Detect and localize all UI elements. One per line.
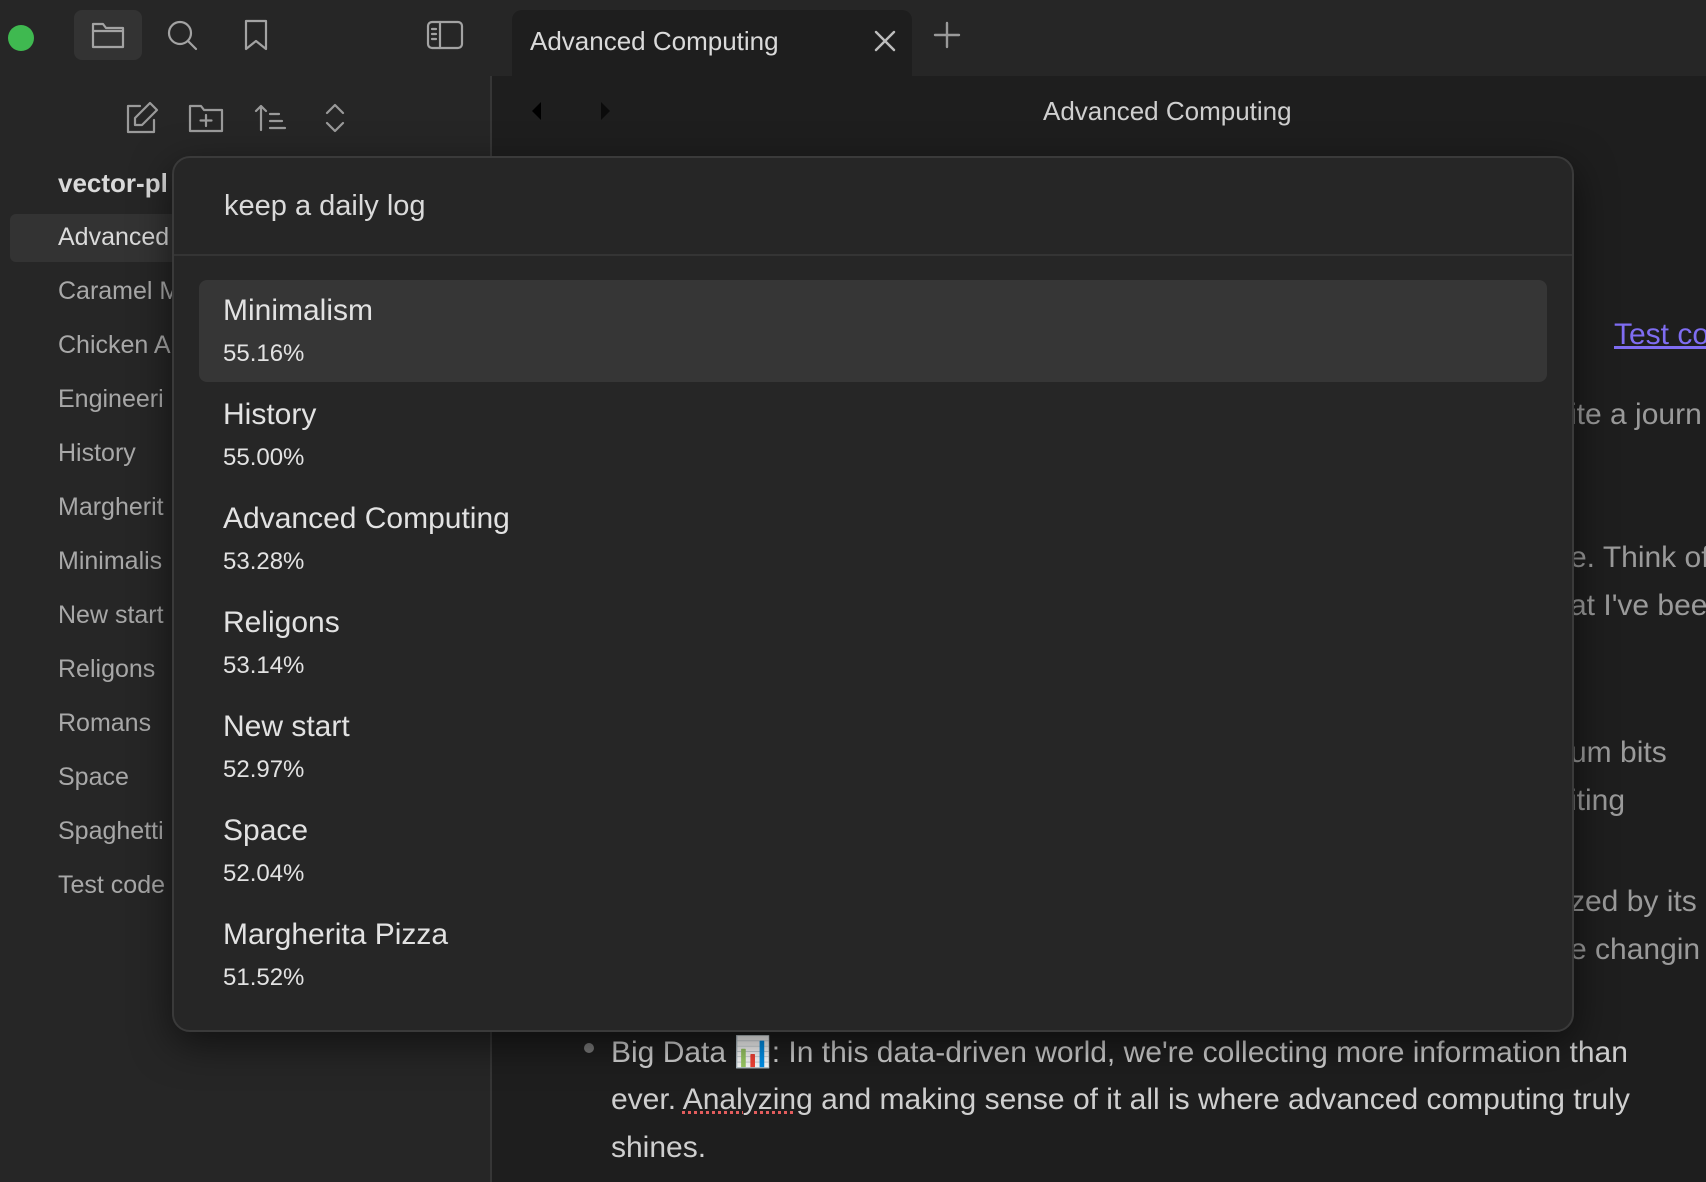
sidebar-item-label: Margherit bbox=[58, 493, 164, 521]
back-arrow-icon[interactable] bbox=[528, 96, 558, 126]
spellcheck-word: Analyzing bbox=[682, 1083, 813, 1116]
sort-button[interactable] bbox=[250, 98, 290, 138]
new-folder-button[interactable] bbox=[186, 98, 226, 138]
result-title: New start bbox=[223, 710, 350, 743]
sidebar-item-label: History bbox=[58, 439, 136, 467]
result-title: History bbox=[223, 398, 317, 431]
title-bar: Advanced Computing bbox=[0, 0, 1706, 76]
result-score: 53.28% bbox=[223, 548, 305, 575]
chart-emoji-icon: 📊 bbox=[734, 1036, 772, 1069]
chevrons-up-down-icon bbox=[325, 103, 345, 133]
note-text-fragment: um bits bbox=[1570, 736, 1667, 769]
search-icon bbox=[167, 20, 198, 51]
window-zoom-button[interactable] bbox=[8, 25, 34, 51]
sort-icon bbox=[254, 104, 287, 132]
result-score: 55.00% bbox=[223, 444, 305, 471]
bookmark-icon bbox=[244, 19, 268, 51]
bullet-line-2: ever. Analyzing and making sense of it a… bbox=[611, 1083, 1630, 1117]
result-title: Space bbox=[223, 814, 309, 847]
bullet-text: Big Data bbox=[611, 1036, 735, 1069]
result-score: 51.52% bbox=[223, 964, 305, 991]
note-text-fragment: at I've bee bbox=[1570, 589, 1706, 622]
note-text-fragment: zed by its bbox=[1570, 885, 1697, 918]
sidebar-item-label: Romans bbox=[58, 709, 152, 737]
folder-plus-icon bbox=[188, 104, 224, 133]
tab-advanced-computing[interactable]: Advanced Computing bbox=[512, 10, 912, 76]
bullet-marker bbox=[584, 1043, 594, 1053]
bullet-text: and making sense of it all is where adva… bbox=[812, 1083, 1630, 1116]
forward-arrow-icon[interactable] bbox=[584, 96, 614, 126]
result-title: Minimalism bbox=[223, 294, 373, 327]
sidebar-item-label: Religons bbox=[58, 655, 156, 683]
bullet-text: : In this data-driven world, we're colle… bbox=[771, 1036, 1628, 1069]
search-result-item[interactable]: History 55.00% bbox=[199, 384, 1547, 486]
search-result-item[interactable]: Margherita Pizza 51.52% bbox=[199, 904, 1547, 1006]
note-text-fragment: ite a journ bbox=[1570, 398, 1702, 431]
folder-icon bbox=[91, 22, 125, 49]
bullet-line-3: shines. bbox=[611, 1131, 707, 1164]
tab-title: Advanced Computing bbox=[530, 26, 779, 56]
file-explorer-button[interactable] bbox=[74, 10, 142, 60]
sidebar-item-label: Advanced bbox=[58, 223, 170, 251]
new-tab-icon[interactable] bbox=[932, 20, 962, 50]
sidebar-item-label: Minimalis bbox=[58, 547, 163, 575]
search-result-item[interactable]: New start 52.97% bbox=[199, 696, 1547, 798]
bullet-line-1: Big Data 📊: In this data-driven world, w… bbox=[611, 1035, 1628, 1070]
toggle-sidebar-button[interactable] bbox=[411, 10, 479, 60]
search-input[interactable] bbox=[174, 158, 1572, 256]
sidebar-item-label: Spaghetti bbox=[58, 817, 164, 845]
result-score: 52.04% bbox=[223, 860, 305, 887]
sidebar-item-label: Caramel M bbox=[58, 277, 181, 305]
note-text-fragment: iting bbox=[1570, 784, 1626, 817]
result-title: Religons bbox=[223, 606, 340, 639]
search-button[interactable] bbox=[148, 10, 216, 60]
edit-icon bbox=[126, 101, 159, 134]
result-score: 55.16% bbox=[223, 340, 305, 367]
bullet-text: ever. bbox=[611, 1083, 683, 1116]
search-result-item[interactable]: Advanced Computing 53.28% bbox=[199, 488, 1547, 590]
result-title: Advanced Computing bbox=[223, 502, 510, 535]
sidebar-item-label: Engineeri bbox=[58, 385, 164, 413]
collapse-all-button[interactable] bbox=[315, 98, 355, 138]
vault-name: vector-pl bbox=[58, 168, 168, 198]
sidebar-item-label: Space bbox=[58, 763, 129, 791]
result-score: 52.97% bbox=[223, 756, 305, 783]
search-modal: Minimalism 55.16% History 55.00% Advance… bbox=[172, 156, 1574, 1032]
internal-link[interactable]: Test co bbox=[1614, 318, 1706, 352]
new-note-button[interactable] bbox=[122, 98, 162, 138]
sidebar-item-label: Chicken A bbox=[58, 331, 171, 359]
search-result-item[interactable]: Religons 53.14% bbox=[199, 592, 1547, 694]
result-score: 53.14% bbox=[223, 652, 305, 679]
note-text-fragment: e. Think of bbox=[1570, 541, 1706, 574]
bookmarks-button[interactable] bbox=[222, 10, 290, 60]
sidebar-item-label: Test code bbox=[58, 871, 166, 899]
close-icon[interactable] bbox=[872, 28, 898, 54]
result-title: Margherita Pizza bbox=[223, 918, 449, 951]
note-title: Advanced Computing bbox=[1043, 96, 1292, 126]
note-text-fragment: e changin bbox=[1570, 933, 1701, 966]
sidebar-item-label: New start bbox=[58, 601, 164, 629]
search-result-item[interactable]: Minimalism 55.16% bbox=[199, 280, 1547, 382]
sidebar-toggle-icon bbox=[426, 20, 464, 50]
search-result-item[interactable]: Space 52.04% bbox=[199, 800, 1547, 902]
